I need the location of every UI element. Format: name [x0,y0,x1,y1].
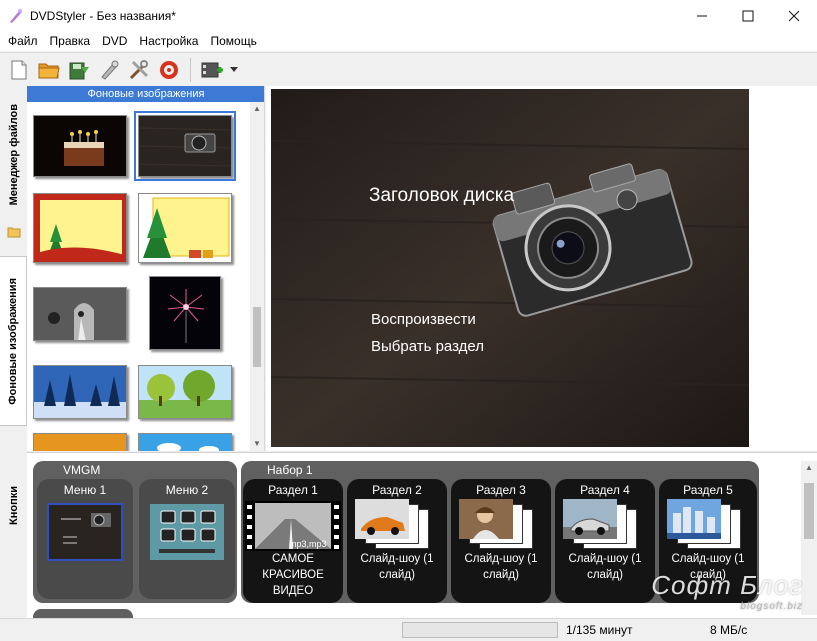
christmas-tree-thumbnail[interactable] [138,193,232,263]
section-2-caption: Слайд-шоу (1 слайд) [360,553,434,581]
vmgm-group[interactable]: VMGM Меню 1 Меню 2 [33,461,237,603]
section-4-label: Раздел 4 [580,483,630,497]
title-bar: DVDStyler - Без названия* [0,0,817,31]
birthday-cake-thumbnail[interactable] [33,115,127,177]
menu-2-thumbnail [150,504,224,560]
vmgm-label: VMGM [63,463,101,477]
autumn-leaves-thumbnail[interactable] [33,433,127,451]
backgrounds-panel: Фоновые изображения ▲ ▼ [27,86,265,451]
section-3-label: Раздел 3 [476,483,526,497]
maximize-icon[interactable] [725,0,771,31]
disc-title[interactable]: Заголовок диска [369,185,514,207]
settings-icon[interactable] [124,55,154,85]
menu-dvd[interactable]: DVD [96,34,133,48]
menu-edit[interactable]: Правка [44,34,97,48]
tab-backgrounds[interactable]: Фоновые изображения [0,256,27,426]
minutes-used: 1/135 минут [566,623,633,637]
tab-file-manager[interactable]: Менеджер файлов [0,94,27,216]
bitrate: 8 МБ/с [710,623,748,637]
winter-forest-thumbnail[interactable] [33,365,127,419]
titleset-scroll-thumb[interactable] [804,483,814,539]
tab-buttons-label: Кнопки [7,485,20,525]
backgrounds-header: Фоновые изображения [27,86,264,102]
section-1-label: Раздел 1 [268,483,318,497]
menu-preview-area: Заголовок диска Воспроизвести Выбрать ра… [266,86,817,451]
watermark: Софт Блог blogsoft.biz [651,570,803,612]
blue-sky-thumbnail[interactable] [138,433,232,451]
section-1-caption: САМОЕ КРАСИВОЕ ВИДЕО [262,553,324,597]
dropdown-arrow-icon[interactable] [227,55,241,85]
vertical-tab-strip: Менеджер файлов Фоновые изображения Кноп… [0,86,27,618]
section-3-caption: Слайд-шоу (1 слайд) [464,553,538,581]
section-2-label: Раздел 2 [372,483,422,497]
menu-1-label: Меню 1 [63,483,107,497]
section-5-label: Раздел 5 [683,483,733,497]
close-icon[interactable] [771,0,817,31]
menu-preview[interactable]: Заголовок диска Воспроизвести Выбрать ра… [271,89,749,447]
select-chapter-button[interactable]: Выбрать раздел [371,338,484,355]
scroll-up-icon[interactable]: ▲ [250,102,264,116]
menu-1-thumbnail [47,503,123,561]
save-icon[interactable] [64,55,94,85]
watermark-url: blogsoft.biz [740,601,803,612]
camera-thumbnail[interactable] [134,111,236,181]
titleset-scroll-up-icon[interactable]: ▲ [801,461,817,475]
section-4-caption: Слайд-шоу (1 слайд) [568,553,642,581]
minimize-icon[interactable] [679,0,725,31]
fireworks-thumbnail[interactable] [149,276,221,350]
audio-badge: mp3,mp3 [289,539,327,549]
wedding-thumbnail[interactable] [33,287,127,341]
folder-icon[interactable] [0,220,27,244]
tab-backgrounds-label: Фоновые изображения [7,277,19,405]
new-document-icon[interactable] [4,55,34,85]
slideshow-stack-5 [665,499,755,551]
menu-settings[interactable]: Настройка [133,34,204,48]
section-3-node[interactable]: Раздел 3 Слайд-шоу (1 слайд) [451,479,551,603]
backgrounds-scroll-thumb[interactable] [253,307,261,367]
camera-background-image [271,89,749,447]
disc-usage-progress [402,622,558,638]
slideshow-stack-4 [561,499,651,551]
menu-1-node[interactable]: Меню 1 [37,479,133,599]
section-2-node[interactable]: Раздел 2 Слайд-шоу (1 слайд) [347,479,447,603]
tab-file-manager-label: Менеджер файлов [7,104,20,206]
menu-2-node[interactable]: Меню 2 [139,479,235,599]
tab-buttons[interactable]: Кнопки [0,470,27,540]
section-1-node[interactable]: Раздел 1 mp3,mp3 САМОЕ КРАСИВОЕ ВИДЕО [243,479,343,603]
slideshow-stack-3 [457,499,547,551]
menu-file[interactable]: Файл [2,34,44,48]
backgrounds-scrollbar[interactable]: ▲ ▼ [250,102,264,451]
slideshow-stack-2 [353,499,443,551]
scroll-down-icon[interactable]: ▼ [250,437,264,451]
christmas-frame-thumbnail[interactable] [33,193,127,263]
open-folder-icon[interactable] [34,55,64,85]
status-bar: 1/135 минут 8 МБ/с [0,618,817,641]
menu-bar: Файл Правка DVD Настройка Помощь [0,31,817,51]
section-4-node[interactable]: Раздел 4 Слайд-шоу (1 слайд) [555,479,655,603]
dvdstyler-app-icon [10,8,22,23]
toolbar-separator [190,57,191,82]
titleset-1-label: Набор 1 [267,463,313,477]
toolbar [0,52,817,86]
add-menu-icon[interactable] [197,55,227,85]
menu-help[interactable]: Помощь [204,34,262,48]
menu-2-label: Меню 2 [165,483,209,497]
watermark-text: Софт Блог [651,570,803,600]
spring-park-thumbnail[interactable] [138,365,232,419]
burn-icon[interactable] [94,55,124,85]
titleset-scrollbar[interactable]: ▲ [801,461,817,615]
dvd-disc-icon[interactable] [154,55,184,85]
play-button[interactable]: Воспроизвести [371,311,476,328]
window-title: DVDStyler - Без названия* [30,8,176,23]
